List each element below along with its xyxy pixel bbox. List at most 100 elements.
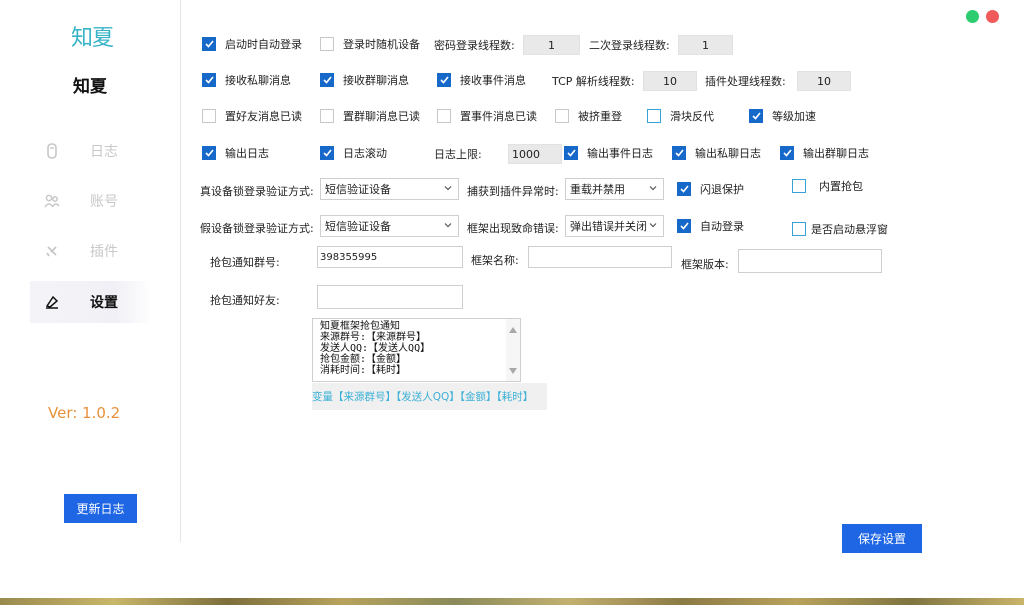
grab-group-input[interactable]: 398355995 [317, 246, 463, 268]
pwd-threads-label: 密码登录线程数: [434, 39, 515, 52]
frame-name-input[interactable] [528, 246, 672, 268]
checkbox-label: 是否启动悬浮窗 [811, 223, 888, 236]
checkbox-label: 输出私聊日志 [695, 147, 761, 160]
maximize-button[interactable] [966, 10, 979, 23]
output-log-checkbox[interactable]: 输出日志 [202, 145, 269, 161]
log-limit-input[interactable]: 1000 [508, 144, 562, 164]
check-icon [749, 109, 763, 123]
chevron-down-icon [443, 183, 453, 196]
plugin-error-select[interactable]: 重载并禁用 [565, 178, 664, 200]
nav-label: 设置 [90, 295, 118, 311]
fake-lock-select[interactable]: 短信验证设备 [320, 215, 459, 237]
recv-group-checkbox[interactable]: 接收群聊消息 [320, 72, 409, 88]
chevron-down-icon [648, 183, 658, 196]
plugin-error-label: 捕获到插件异常时: [467, 185, 559, 198]
builtin-grab-checkbox[interactable]: 内置抢包 [792, 178, 863, 194]
grab-group-label: 抢包通知群号: [210, 256, 280, 269]
random-device-checkbox[interactable]: 登录时随机设备 [320, 36, 420, 52]
nav-label: 账号 [90, 194, 118, 210]
recv-private-checkbox[interactable]: 接收私聊消息 [202, 72, 291, 88]
frame-version-input[interactable] [738, 249, 882, 273]
app-logo: 知夏 [70, 26, 114, 51]
output-private-log-checkbox[interactable]: 输出私聊日志 [672, 145, 761, 161]
close-button[interactable] [986, 10, 999, 23]
checkbox-label: 置好友消息已读 [225, 110, 302, 123]
check-icon [564, 146, 578, 160]
second-threads-label: 二次登录线程数: [589, 39, 670, 52]
checkbox-label: 登录时随机设备 [343, 38, 420, 51]
checkbox-label: 置事件消息已读 [460, 110, 537, 123]
nav-item-account[interactable]: 账号 [30, 180, 152, 222]
checkbox-label: 启动时自动登录 [225, 38, 302, 51]
tcp-threads-input[interactable]: 10 [643, 71, 697, 91]
auto-login-checkbox[interactable]: 自动登录 [677, 218, 744, 234]
account-icon [38, 194, 66, 208]
scroll-down-icon[interactable] [509, 364, 517, 377]
app-name: 知夏 [73, 77, 107, 97]
plugin-threads-label: 插件处理线程数: [705, 75, 786, 88]
event-read-checkbox[interactable]: 置事件消息已读 [437, 108, 537, 124]
real-lock-label: 真设备锁登录验证方式: [200, 185, 314, 198]
frame-name-label: 框架名称: [471, 254, 519, 267]
notify-template-textarea[interactable]: 知夏框架抢包通知 来源群号:【来源群号】 发送人QQ:【发送人QQ】 抢包金额:… [312, 318, 521, 382]
output-group-log-checkbox[interactable]: 输出群聊日志 [780, 145, 869, 161]
check-icon [202, 146, 216, 160]
checkbox-label: 置群聊消息已读 [343, 110, 420, 123]
second-threads-input[interactable]: 1 [678, 35, 733, 55]
checkbox-label: 接收群聊消息 [343, 74, 409, 87]
save-settings-button[interactable]: 保存设置 [842, 524, 922, 553]
grab-friend-input[interactable] [317, 285, 463, 309]
checkbox-label: 被挤重登 [578, 110, 622, 123]
group-read-checkbox[interactable]: 置群聊消息已读 [320, 108, 420, 124]
plugin-icon [38, 244, 66, 258]
friend-read-checkbox[interactable]: 置好友消息已读 [202, 108, 302, 124]
nav-label: 插件 [90, 244, 118, 260]
checkbox-label: 自动登录 [700, 220, 744, 233]
check-icon [202, 37, 216, 51]
slider-reverse-checkbox[interactable]: 滑块反代 [647, 108, 714, 124]
crash-protect-checkbox[interactable]: 闪退保护 [677, 181, 744, 197]
textarea-scrollbar[interactable] [506, 319, 520, 381]
plugin-threads-input[interactable]: 10 [797, 71, 851, 91]
checkbox-label: 输出日志 [225, 147, 269, 160]
checkbox-label: 内置抢包 [819, 180, 863, 193]
pwd-threads-input[interactable]: 1 [523, 35, 580, 55]
nav-item-settings[interactable]: 设置 [30, 281, 152, 323]
check-icon [677, 219, 691, 233]
nav-label: 日志 [90, 144, 118, 160]
check-icon [677, 182, 691, 196]
changelog-button[interactable]: 更新日志 [64, 494, 137, 523]
real-lock-select[interactable]: 短信验证设备 [320, 178, 459, 200]
select-value: 弹出错误并关闭 [570, 220, 647, 233]
grab-friend-label: 抢包通知好友: [210, 294, 280, 307]
log-icon [38, 143, 66, 159]
version-label: Ver: 1.0.2 [48, 404, 121, 422]
recv-event-checkbox[interactable]: 接收事件消息 [437, 72, 526, 88]
chevron-down-icon [648, 220, 658, 233]
fake-lock-label: 假设备锁登录验证方式: [200, 222, 314, 235]
log-scroll-checkbox[interactable]: 日志滚动 [320, 145, 387, 161]
auto-login-on-start-checkbox[interactable]: 启动时自动登录 [202, 36, 302, 52]
output-event-log-checkbox[interactable]: 输出事件日志 [564, 145, 653, 161]
checkbox-label: 接收事件消息 [460, 74, 526, 87]
checkbox-label: 等级加速 [772, 110, 816, 123]
check-icon [780, 146, 794, 160]
check-icon [320, 146, 334, 160]
float-window-checkbox[interactable]: 是否启动悬浮窗 [792, 221, 888, 237]
background-strip [0, 598, 1024, 605]
checkbox-label: 输出群聊日志 [803, 147, 869, 160]
checkbox-label: 输出事件日志 [587, 147, 653, 160]
nav-item-log[interactable]: 日志 [30, 130, 152, 172]
scroll-up-icon[interactable] [509, 323, 517, 336]
variables-hint: 变量【来源群号】【发送人QQ】【金额】【耗时】 [312, 383, 547, 410]
kick-relogin-checkbox[interactable]: 被挤重登 [555, 108, 622, 124]
template-text: 知夏框架抢包通知 来源群号:【来源群号】 发送人QQ:【发送人QQ】 抢包金额:… [320, 321, 431, 376]
check-icon [320, 73, 334, 87]
check-icon [672, 146, 686, 160]
checkbox-label: 闪退保护 [700, 183, 744, 196]
select-value: 重载并禁用 [570, 183, 625, 196]
check-icon [202, 73, 216, 87]
level-boost-checkbox[interactable]: 等级加速 [749, 108, 816, 124]
nav-item-plugin[interactable]: 插件 [30, 230, 152, 272]
fatal-error-select[interactable]: 弹出错误并关闭 [565, 215, 664, 237]
